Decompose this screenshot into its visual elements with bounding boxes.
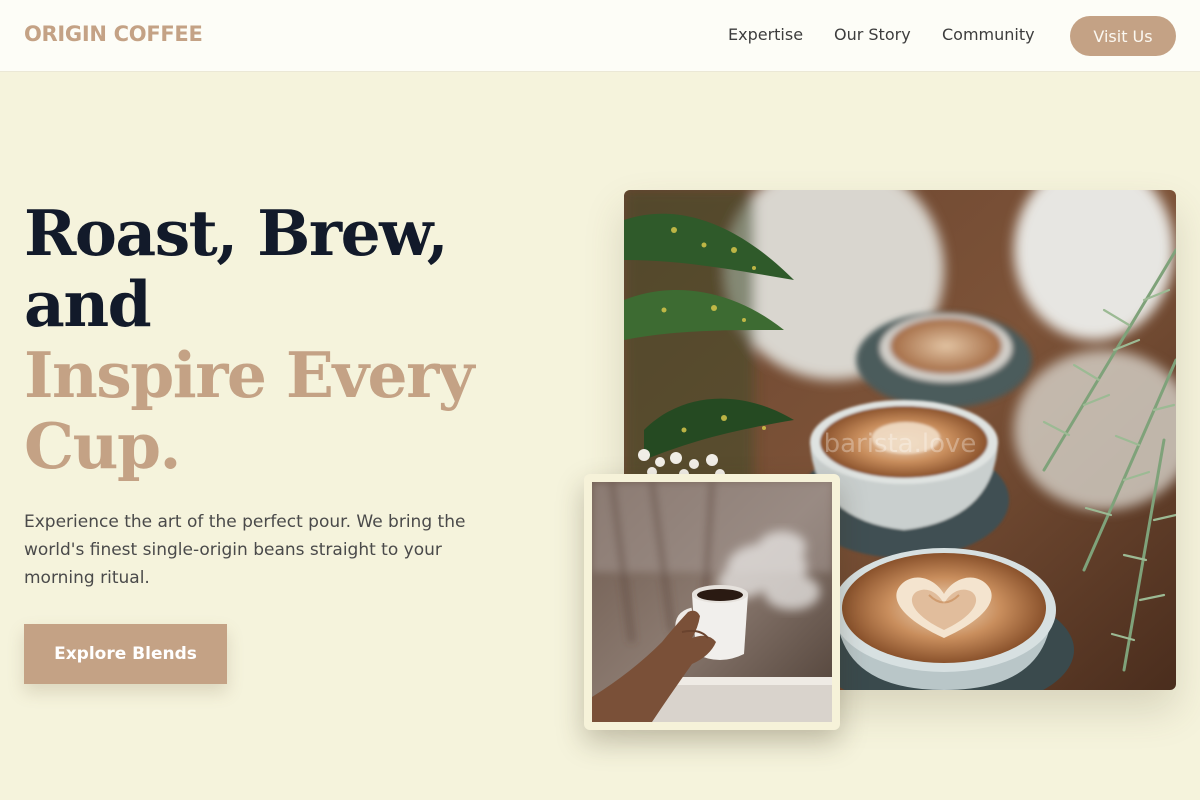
hero-description: Experience the art of the perfect pour. … <box>24 512 466 588</box>
hero-title-accent-line-1: Inspire Every <box>24 338 474 412</box>
hero-title-accent-line-2: Cup. <box>24 409 181 483</box>
hero-title-line-1: Roast, Brew, <box>24 196 449 270</box>
nav-link-expertise[interactable]: Expertise <box>728 25 803 44</box>
watermark-text: barista.love <box>824 429 977 459</box>
site-header: ORIGIN COFFEE Expertise Our Story Commun… <box>0 0 1200 72</box>
nav-link-our-story[interactable]: Our Story <box>834 25 911 44</box>
explore-blends-button[interactable]: Explore Blends <box>24 624 227 684</box>
nav-link-community[interactable]: Community <box>942 25 1035 44</box>
brand-logo[interactable]: ORIGIN COFFEE <box>24 22 203 46</box>
hero-title-line-2: and <box>24 267 152 341</box>
hero-secondary-image <box>584 474 840 730</box>
hero-title: Roast, Brew, and Inspire Every Cup. <box>24 198 584 482</box>
visit-us-button[interactable]: Visit Us <box>1070 16 1176 56</box>
